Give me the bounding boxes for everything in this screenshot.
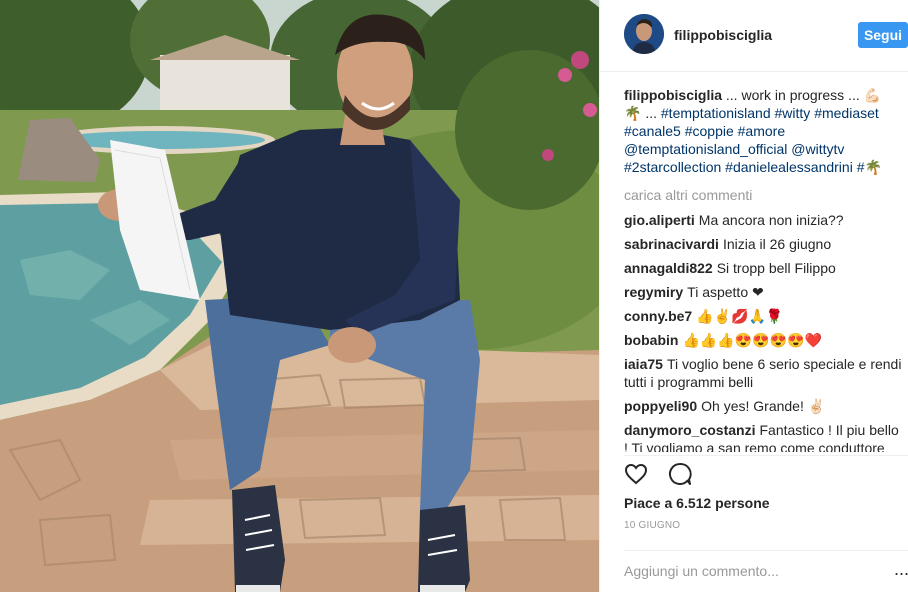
comment-text: Oh yes! Grande! ✌🏻 [701, 398, 826, 414]
load-more-comments-link[interactable]: carica altri commenti [624, 186, 904, 204]
comment-username[interactable]: conny.be7 [624, 308, 692, 324]
avatar[interactable] [624, 14, 664, 54]
caption-text: ... work in progress ... [722, 87, 864, 103]
comment-username[interactable]: iaia75 [624, 356, 663, 372]
comments-list[interactable]: gio.aliperti Ma ancora non inizia?? sabri… [624, 205, 904, 452]
post-date: 10 giugno [624, 520, 681, 531]
comment-username[interactable]: annagaldi822 [624, 260, 713, 276]
add-comment-area: ... [624, 550, 908, 592]
flexed-biceps-emoji-icon: 💪🏻 [863, 87, 882, 103]
comment-username[interactable]: danymoro_costanzi [624, 422, 755, 438]
comment-username[interactable]: bobabin [624, 332, 678, 348]
post-side-panel: filippobisciglia Segui filippobisciglia … [599, 0, 908, 592]
mention-wittytv[interactable]: @wittytv [791, 141, 844, 157]
comment-text: Ti aspetto ❤ [687, 284, 764, 300]
post-header: filippobisciglia Segui [600, 0, 908, 72]
comment-text: 👍✌️💋🙏🌹 [696, 308, 784, 324]
comment-text: Inizia il 26 giugno [722, 236, 832, 252]
caption-author[interactable]: filippobisciglia [624, 87, 722, 103]
actions-divider [624, 455, 908, 456]
comment-item: regymiry Ti aspetto ❤ [624, 283, 904, 301]
comment-item: conny.be7 👍✌️💋🙏🌹 [624, 307, 904, 325]
post-photo[interactable] [0, 0, 599, 592]
hashtag-group-3[interactable]: #2starcollection #danielealessandrini [624, 159, 853, 175]
avatar-image [624, 14, 664, 54]
post-photo-illustration [0, 0, 599, 592]
comment-item: danymoro_costanzi Fantastico ! Il piu bel… [624, 421, 904, 452]
caption-text-2: ... [641, 105, 661, 121]
more-options-icon[interactable]: ... [894, 559, 908, 580]
comment-username[interactable]: regymiry [624, 284, 683, 300]
comment-bubble-icon[interactable] [668, 462, 693, 486]
palm-tree-emoji-icon-2: 🌴 [864, 159, 882, 175]
palm-tree-emoji-icon: 🌴 [624, 105, 642, 121]
comment-text: 👍👍👍😍😍😍😍❤️ [682, 332, 822, 348]
comment-item: gio.aliperti Ma ancora non inizia?? [624, 211, 904, 229]
heart-icon[interactable] [624, 462, 648, 486]
post-caption: filippobisciglia ... work in progress ..… [624, 86, 904, 176]
likes-count[interactable]: Piace a 6.512 persone [624, 495, 770, 511]
caption-block: filippobisciglia ... work in progress ..… [624, 86, 904, 204]
comment-item: sabrinacivardi Inizia il 26 giugno [624, 235, 904, 253]
comment-username[interactable]: poppyeli90 [624, 398, 697, 414]
comment-item: iaia75 Ti voglio bene 6 serio speciale e … [624, 355, 904, 391]
comment-text: Ma ancora non inizia?? [698, 212, 844, 228]
comment-item: bobabin 👍👍👍😍😍😍😍❤️ [624, 331, 904, 349]
author-username[interactable]: filippobisciglia [674, 27, 772, 43]
hashtag-group-1[interactable]: #temptationisland #witty #mediaset [661, 105, 879, 121]
add-comment-input[interactable] [624, 561, 884, 581]
comment-item: annagaldi822 Si tropp bell Filippo [624, 259, 904, 277]
post-actions [624, 462, 708, 488]
mention-temptationisland[interactable]: @temptationisland_official [624, 141, 787, 157]
hashtag-group-2[interactable]: #canale5 #coppie #amore [624, 123, 785, 139]
comment-username[interactable]: gio.aliperti [624, 212, 695, 228]
comment-text: Si tropp bell Filippo [716, 260, 836, 276]
hashtag-end[interactable]: # [857, 159, 865, 175]
follow-button[interactable]: Segui [858, 22, 908, 48]
comment-username[interactable]: sabrinacivardi [624, 236, 719, 252]
comment-text: Ti voglio bene 6 serio speciale e rendi … [624, 356, 902, 390]
comment-item: poppyeli90 Oh yes! Grande! ✌🏻 [624, 397, 904, 415]
